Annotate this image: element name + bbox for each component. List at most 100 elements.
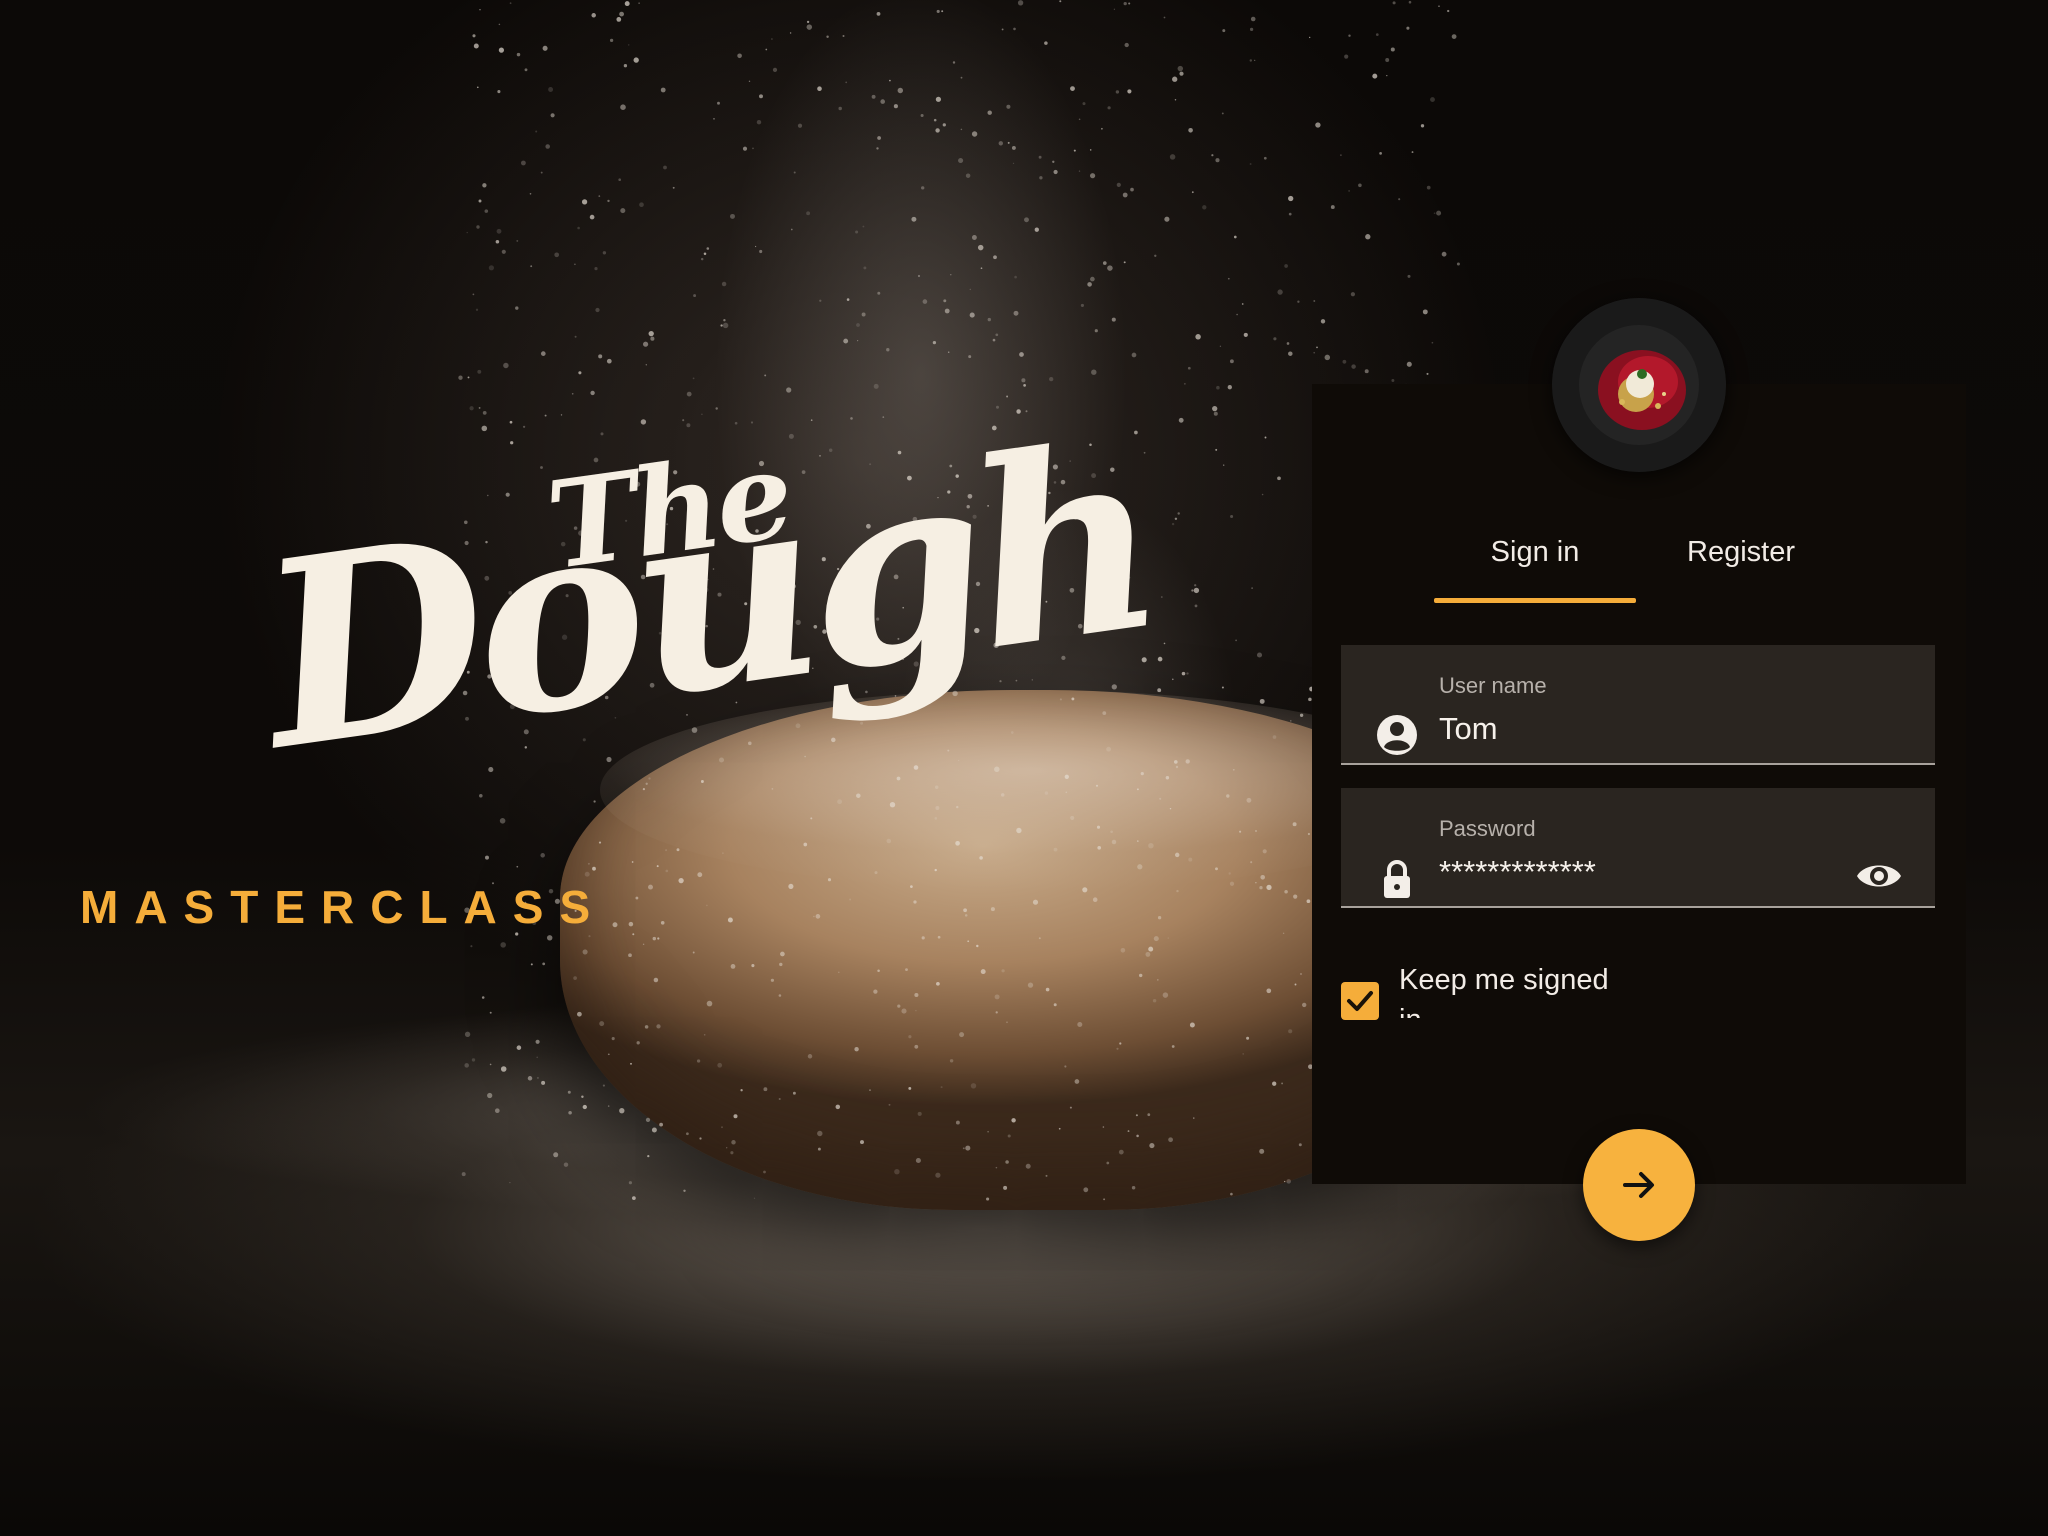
flour-speck bbox=[1137, 840, 1139, 842]
flour-speck bbox=[856, 323, 860, 327]
flour-speck bbox=[516, 52, 521, 57]
password-field[interactable]: Password ************* bbox=[1341, 788, 1935, 908]
flour-speck bbox=[1188, 857, 1193, 862]
flour-speck bbox=[915, 1009, 917, 1012]
password-input[interactable]: ************* bbox=[1439, 854, 1869, 890]
eye-icon[interactable] bbox=[1855, 858, 1903, 894]
flour-speck bbox=[1107, 106, 1111, 110]
flour-speck bbox=[530, 963, 533, 966]
flour-speck bbox=[1064, 1065, 1067, 1068]
flour-speck bbox=[1080, 303, 1084, 307]
flour-speck bbox=[1124, 42, 1129, 48]
flour-speck bbox=[1307, 832, 1310, 836]
flour-speck bbox=[1255, 882, 1257, 884]
flour-speck bbox=[544, 414, 547, 417]
flour-speck bbox=[1288, 1029, 1293, 1034]
flour-speck bbox=[911, 216, 917, 222]
flour-speck bbox=[645, 364, 647, 366]
flour-speck bbox=[942, 123, 946, 127]
flour-speck bbox=[1163, 642, 1166, 645]
flour-speck bbox=[1340, 154, 1342, 156]
flour-speck bbox=[542, 962, 546, 966]
flour-speck bbox=[1077, 1021, 1083, 1028]
flour-speck bbox=[855, 230, 859, 234]
flour-speck bbox=[1406, 26, 1410, 30]
flour-speck bbox=[914, 1044, 919, 1049]
flour-speck bbox=[1157, 688, 1162, 693]
flour-speck bbox=[908, 1086, 912, 1090]
flour-speck bbox=[880, 99, 885, 104]
flour-speck bbox=[1177, 512, 1180, 515]
flour-speck bbox=[957, 759, 960, 762]
flour-speck bbox=[653, 977, 659, 983]
flour-speck bbox=[1119, 1042, 1122, 1045]
flour-speck bbox=[971, 131, 978, 137]
submit-button[interactable] bbox=[1583, 1129, 1695, 1241]
flour-speck bbox=[461, 1172, 466, 1177]
flour-speck bbox=[1223, 464, 1225, 466]
flour-speck bbox=[831, 737, 836, 743]
flour-speck bbox=[789, 32, 792, 34]
flour-speck bbox=[968, 355, 972, 359]
flour-speck bbox=[971, 235, 977, 240]
flour-speck bbox=[469, 406, 474, 411]
flour-speck bbox=[1014, 275, 1017, 279]
flour-speck bbox=[481, 996, 485, 999]
flour-speck bbox=[1116, 1047, 1119, 1050]
username-input[interactable] bbox=[1439, 711, 1869, 747]
flour-speck bbox=[854, 1047, 859, 1052]
flour-speck bbox=[568, 1111, 572, 1115]
tab-register[interactable]: Register bbox=[1652, 530, 1830, 604]
flour-speck bbox=[862, 225, 865, 228]
flour-speck bbox=[955, 840, 960, 846]
flour-speck bbox=[656, 1024, 661, 1029]
remember-me: Keep me signed in bbox=[1341, 960, 1761, 1040]
flour-speck bbox=[876, 12, 881, 16]
flour-speck bbox=[501, 249, 506, 254]
flour-speck bbox=[682, 419, 685, 422]
flour-speck bbox=[944, 308, 950, 314]
flour-speck bbox=[1006, 1021, 1008, 1024]
flour-speck bbox=[936, 9, 940, 13]
username-field[interactable]: User name bbox=[1341, 645, 1935, 765]
flour-speck bbox=[1292, 822, 1297, 827]
flour-speck bbox=[489, 1063, 492, 1066]
flour-speck bbox=[1313, 300, 1316, 302]
remember-checkbox[interactable] bbox=[1341, 982, 1379, 1020]
flour-speck bbox=[1039, 176, 1043, 180]
flour-speck bbox=[1249, 163, 1252, 165]
flour-speck bbox=[1053, 847, 1058, 852]
flour-speck bbox=[1087, 282, 1092, 287]
flour-speck bbox=[1145, 951, 1151, 957]
flour-speck bbox=[1025, 1163, 1031, 1169]
flour-speck bbox=[1070, 815, 1075, 820]
flour-speck bbox=[806, 211, 811, 216]
flour-speck bbox=[803, 842, 808, 847]
flour-speck bbox=[1324, 354, 1331, 361]
flour-speck bbox=[1250, 861, 1253, 864]
brand-subtitle: MASTERCLASS bbox=[80, 881, 607, 933]
flour-speck bbox=[1172, 678, 1174, 681]
flour-speck bbox=[1313, 351, 1316, 354]
flour-speck bbox=[706, 247, 710, 250]
flour-speck bbox=[1127, 89, 1132, 94]
flour-speck bbox=[1342, 359, 1347, 364]
flour-speck bbox=[1191, 589, 1194, 592]
flour-speck bbox=[970, 1083, 977, 1089]
flour-speck bbox=[633, 57, 639, 63]
person-icon bbox=[1377, 715, 1417, 755]
flour-speck bbox=[994, 994, 1000, 1000]
flour-speck bbox=[806, 24, 813, 30]
flour-speck bbox=[1164, 216, 1170, 222]
flour-speck bbox=[1034, 227, 1039, 232]
flour-speck bbox=[592, 866, 596, 871]
tab-sign-in[interactable]: Sign in bbox=[1434, 530, 1636, 604]
flour-speck bbox=[472, 293, 475, 296]
flour-speck bbox=[1236, 313, 1238, 316]
arrow-right-icon bbox=[1623, 1172, 1654, 1198]
flour-speck bbox=[1330, 205, 1335, 210]
flour-speck bbox=[1222, 29, 1226, 33]
flour-speck bbox=[1286, 1179, 1291, 1184]
flour-speck bbox=[607, 1105, 610, 1107]
flour-speck bbox=[1184, 383, 1186, 385]
